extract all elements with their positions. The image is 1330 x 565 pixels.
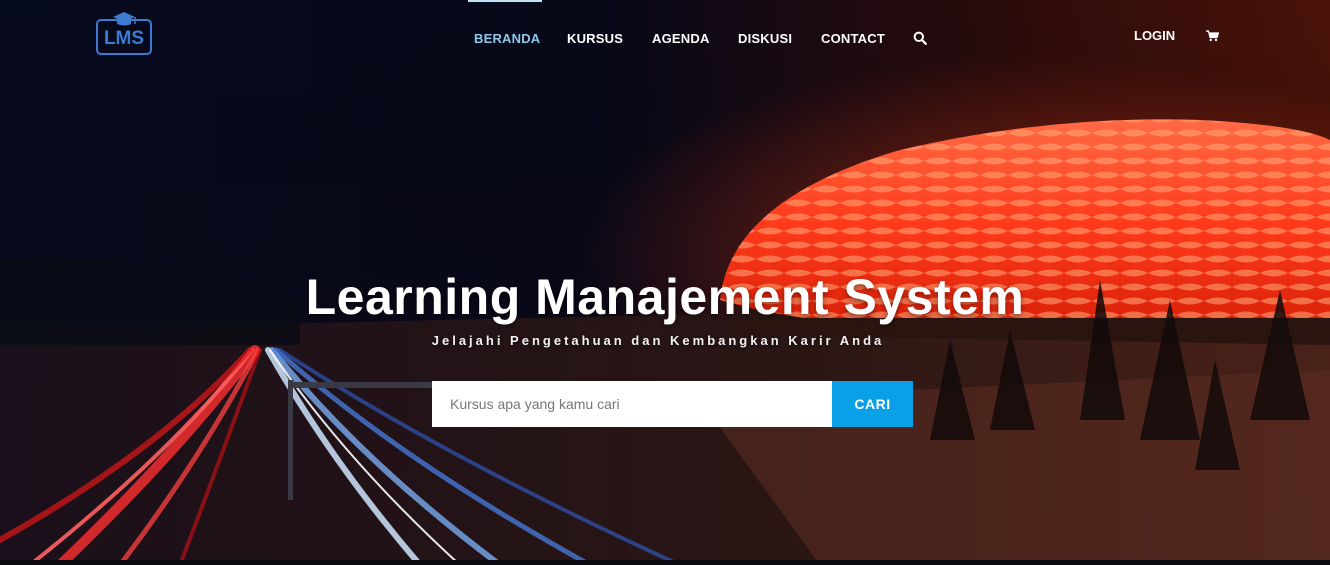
- course-search-input[interactable]: [432, 381, 832, 427]
- shopping-cart-icon[interactable]: [1206, 30, 1219, 42]
- search-submit-button[interactable]: CARI: [832, 381, 913, 427]
- search-icon[interactable]: [913, 31, 927, 45]
- top-navigation: LMS BERANDA KURSUS AGENDA DISKUSI CONTAC…: [0, 0, 1330, 70]
- hero-title: Learning Manajement System: [305, 269, 1025, 325]
- nav-diskusi[interactable]: DISKUSI: [738, 31, 792, 46]
- active-nav-indicator: [468, 0, 542, 2]
- logo-text: LMS: [103, 28, 145, 49]
- hero-subtitle: Jelajahi Pengetahuan dan Kembangkan Kari…: [431, 333, 885, 348]
- nav-contact[interactable]: CONTACT: [821, 31, 885, 46]
- course-search-form: CARI: [432, 381, 913, 427]
- login-link[interactable]: LOGIN: [1134, 28, 1175, 43]
- nav-beranda[interactable]: BERANDA: [474, 31, 540, 46]
- lms-logo[interactable]: LMS: [95, 12, 153, 56]
- nav-kursus[interactable]: KURSUS: [567, 31, 623, 46]
- nav-agenda[interactable]: AGENDA: [652, 31, 710, 46]
